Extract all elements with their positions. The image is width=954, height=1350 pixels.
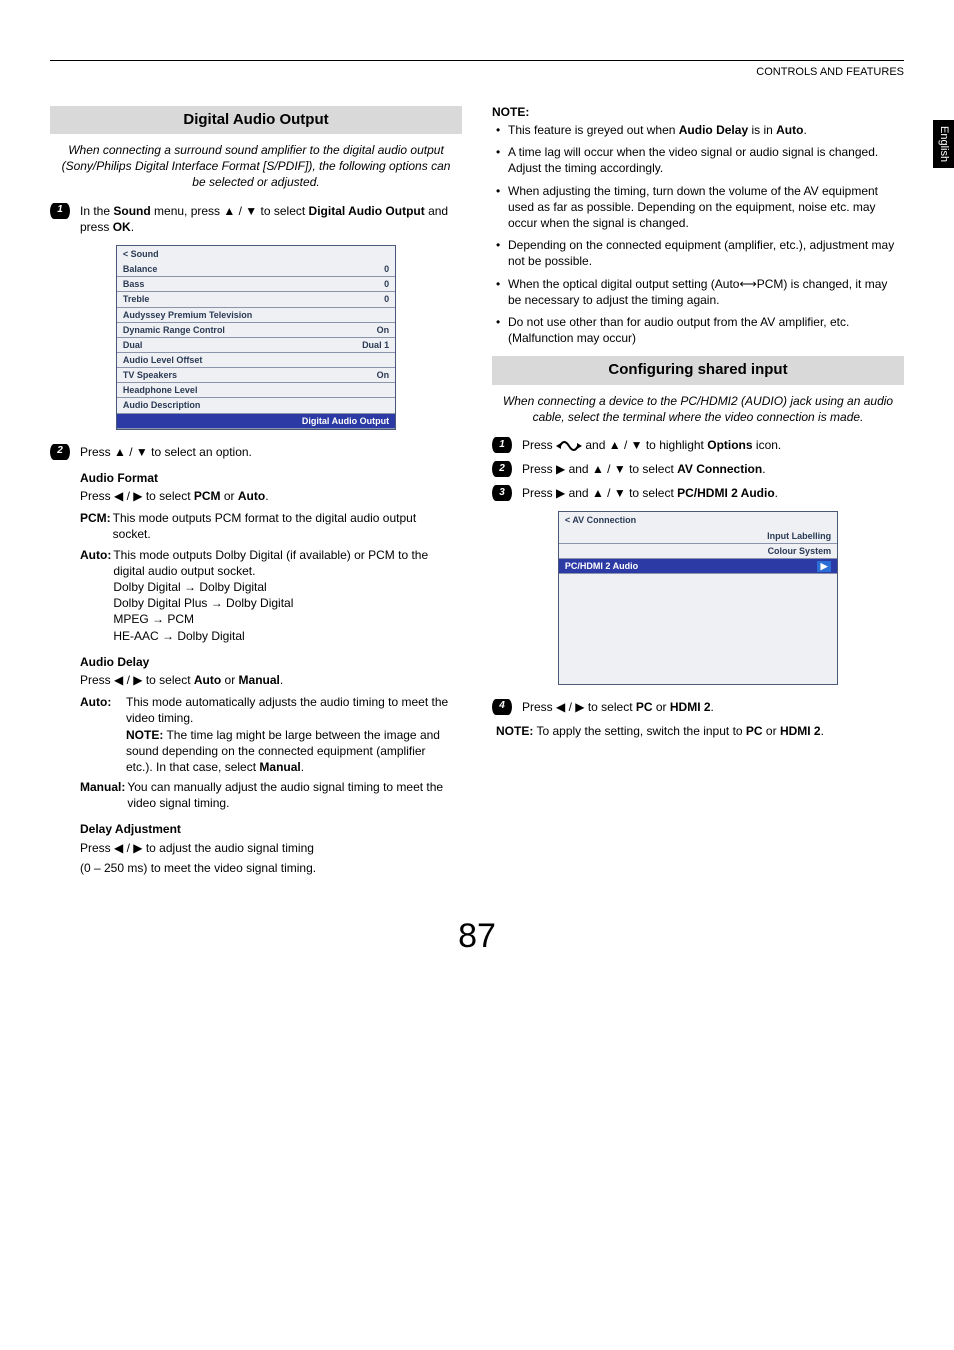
intro-digital-audio: When connecting a surround sound amplifi… [56,142,456,191]
audio-delay-line: Press ◀ / ▶ to select Auto or Manual. [80,672,454,688]
section-title-shared-input: Configuring shared input [492,356,904,384]
bidir-arrow-icon: ⟷ [739,277,756,291]
table-row: TV SpeakersOn [117,368,395,383]
right-column: NOTE: This feature is greyed out when Au… [492,100,904,880]
step-badge-4: 4 [492,699,512,715]
list-item: A time lag will occur when the video sig… [496,144,900,176]
av-menu-panel: < AV Connection Input Labelling Colour S… [558,511,838,684]
final-note: NOTE: To apply the setting, switch the i… [496,723,900,739]
table-row: Audio Description [117,398,395,413]
step-r1-text: Press and ▲ / ▼ to highlight Options ico… [522,437,896,453]
sound-menu-title: < Sound [117,246,395,262]
table-row-highlight: PC/HDMI 2 Audio▶ [559,558,837,573]
audio-format-line: Press ◀ / ▶ to select PCM or Auto. [80,488,454,504]
step-badge-1: 1 [50,203,70,219]
step-badge-2: 2 [50,444,70,460]
list-item: Depending on the connected equipment (am… [496,237,900,269]
table-row: Audyssey Premium Television [117,307,395,322]
up-icon: ▲ [592,462,604,476]
right-icon: ▶ [556,462,565,476]
header-section: CONTROLS AND FEATURES [50,65,904,80]
step-1-text: In the Sound menu, press ▲ / ▼ to select… [80,203,454,235]
delay-adj-line2: (0 – 250 ms) to meet the video signal ti… [80,860,454,876]
right-icon: ▶ [556,486,565,500]
delay-adj-head: Delay Adjustment [80,821,454,837]
down-icon: ▼ [136,445,148,459]
down-icon: ▼ [631,438,643,452]
table-row: DualDual 1 [117,337,395,352]
table-row: Balance0 [117,262,395,277]
header-rule [50,60,904,61]
right-icon: ▶ [133,841,142,855]
up-icon: ▲ [592,486,604,500]
av-menu-title: < AV Connection [559,512,837,528]
section-title-digital-audio: Digital Audio Output [50,106,462,134]
down-icon: ▼ [614,462,626,476]
left-icon: ◀ [114,841,123,855]
intro-shared-input: When connecting a device to the PC/HDMI2… [498,393,898,425]
left-icon: ◀ [114,673,123,687]
right-arrow-icon: ▶ [817,561,831,572]
step-r3-text: Press ▶ and ▲ / ▼ to select PC/HDMI 2 Au… [522,485,896,501]
pcm-row: PCM: This mode outputs PCM format to the… [80,510,454,542]
table-row: Dynamic Range ControlOn [117,322,395,337]
list-item: When adjusting the timing, turn down the… [496,183,900,232]
right-icon: ▶ [133,673,142,687]
table-row: Bass0 [117,277,395,292]
right-icon: ▶ [575,700,584,714]
page-number: 87 [50,914,904,960]
down-icon: ▼ [614,486,626,500]
list-item: This feature is greyed out when Audio De… [496,122,900,138]
step-2-text: Press ▲ / ▼ to select an option. [80,444,454,460]
step-badge-3: 3 [492,485,512,501]
step-badge-1: 1 [492,437,512,453]
table-row: Input Labelling [559,529,837,544]
step-badge-2: 2 [492,461,512,477]
delay-auto-row: Auto: This mode automatically adjusts th… [80,694,454,775]
note-head: NOTE: [492,104,904,120]
up-icon: ▲ [223,204,235,218]
table-row: Headphone Level [117,383,395,398]
left-icon: ◀ [114,489,123,503]
table-row-highlight: Digital Audio Output [117,413,395,428]
right-icon: ▶ [133,489,142,503]
delay-manual-row: Manual: You can manually adjust the audi… [80,779,454,811]
auto-row: Auto: This mode outputs Dolby Digital (i… [80,547,454,644]
table-row: Colour System [559,543,837,558]
left-column: Digital Audio Output When connecting a s… [50,100,462,880]
sound-menu-panel: < Sound Balance0 Bass0 Treble0 Audyssey … [116,245,396,430]
step-r4-text: Press ◀ / ▶ to select PC or HDMI 2. [522,699,896,715]
language-tab: English [933,120,954,168]
table-row: Audio Level Offset [117,353,395,368]
step-r2-text: Press ▶ and ▲ / ▼ to select AV Connectio… [522,461,896,477]
left-icon: ◀ [556,700,565,714]
up-icon: ▲ [114,445,126,459]
list-item: When the optical digital output setting … [496,276,900,308]
quick-menu-icon [556,440,582,452]
list-item: Do not use other than for audio output f… [496,314,900,346]
delay-adj-line: Press ◀ / ▶ to adjust the audio signal t… [80,840,454,856]
up-icon: ▲ [609,438,621,452]
note-list: This feature is greyed out when Audio De… [496,122,900,346]
table-row: Treble0 [117,292,395,307]
audio-format-head: Audio Format [80,470,454,486]
down-icon: ▼ [245,204,257,218]
audio-delay-head: Audio Delay [80,654,454,670]
